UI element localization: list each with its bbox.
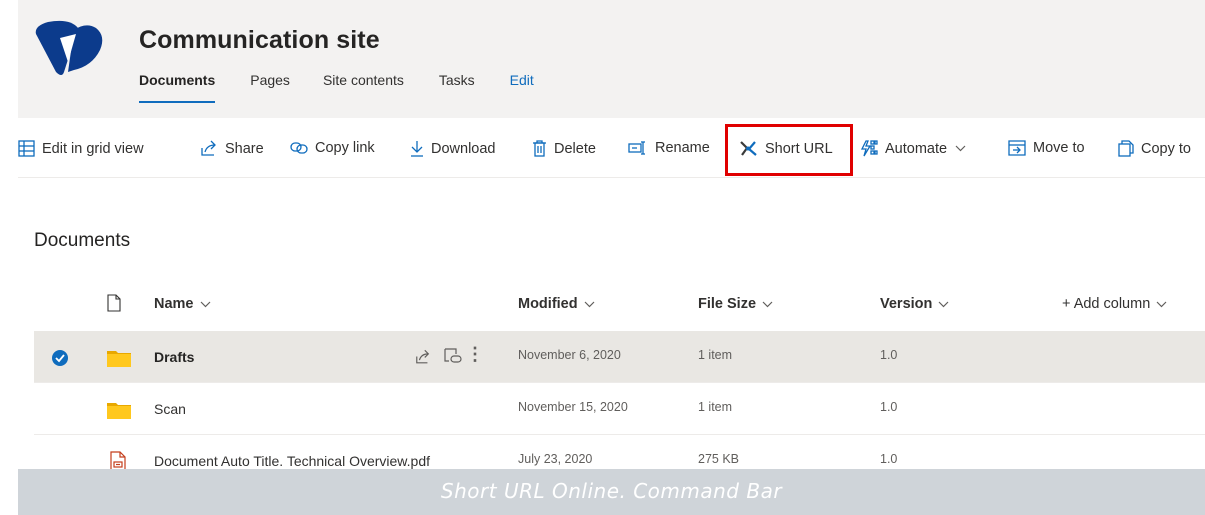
trash-icon bbox=[533, 140, 546, 157]
grid-icon bbox=[18, 140, 35, 157]
copy-to-button[interactable]: Copy to bbox=[1118, 140, 1191, 157]
row-version: 1.0 bbox=[880, 348, 898, 362]
library-title: Documents bbox=[34, 230, 131, 251]
rename-icon bbox=[628, 141, 645, 155]
download-label: Download bbox=[431, 140, 496, 157]
folder-icon bbox=[107, 351, 131, 367]
chevron-down-icon bbox=[200, 301, 210, 307]
command-bar: Edit in grid view Share Copy link Downlo… bbox=[18, 122, 1205, 178]
nav-site-contents[interactable]: Site contents bbox=[323, 72, 404, 92]
move-to-label: Move to bbox=[1033, 140, 1085, 156]
column-modified-label: Modified bbox=[518, 296, 578, 312]
chevron-down-icon bbox=[1156, 301, 1167, 307]
add-column-button[interactable]: + Add column bbox=[1062, 296, 1167, 312]
move-to-icon bbox=[1008, 140, 1026, 156]
caption-bar: Short URL Online. Command Bar bbox=[18, 469, 1205, 515]
copy-link-label: Copy link bbox=[315, 140, 375, 156]
selected-checkmark-icon[interactable] bbox=[52, 350, 68, 366]
move-to-button[interactable]: Move to bbox=[1008, 140, 1085, 156]
short-url-label: Short URL bbox=[765, 141, 833, 157]
chevron-down-icon bbox=[762, 301, 773, 307]
add-column-label: + Add column bbox=[1062, 296, 1151, 312]
row-size: 1 item bbox=[698, 348, 733, 362]
short-url-button[interactable]: Short URL bbox=[738, 140, 833, 158]
table-row[interactable]: Drafts ⋮ November 6, 2020 1 item 1.0 bbox=[34, 331, 1205, 383]
chevron-down-icon bbox=[938, 301, 949, 307]
file-type-column-icon[interactable] bbox=[107, 294, 121, 312]
chevron-down-icon bbox=[584, 301, 595, 307]
row-name[interactable]: Drafts bbox=[154, 349, 194, 365]
row-size: 275 KB bbox=[698, 452, 740, 466]
share-icon bbox=[201, 140, 216, 156]
column-name-label: Name bbox=[154, 296, 194, 312]
more-options-icon[interactable]: ⋮ bbox=[466, 344, 484, 365]
delete-button[interactable]: Delete bbox=[532, 140, 596, 157]
share-icon[interactable] bbox=[415, 349, 431, 365]
site-header: Communication site Documents Pages Site … bbox=[18, 0, 1205, 118]
column-version-label: Version bbox=[880, 296, 933, 312]
link-icon bbox=[290, 142, 308, 154]
share-label: Share bbox=[225, 140, 264, 157]
column-file-size-label: File Size bbox=[698, 296, 757, 312]
copy-to-icon bbox=[1118, 140, 1134, 157]
nav-tasks[interactable]: Tasks bbox=[439, 72, 475, 92]
site-title[interactable]: Communication site bbox=[139, 26, 380, 55]
copy-link-icon[interactable] bbox=[444, 348, 462, 366]
nav-pages[interactable]: Pages bbox=[250, 72, 290, 92]
row-version: 1.0 bbox=[880, 400, 898, 414]
automate-label: Automate bbox=[885, 140, 948, 157]
column-header-modified[interactable]: Modified bbox=[518, 296, 595, 312]
automate-icon bbox=[860, 140, 878, 157]
edit-grid-view-button[interactable]: Edit in grid view bbox=[18, 140, 144, 157]
site-logo[interactable] bbox=[34, 20, 106, 78]
download-icon bbox=[411, 141, 423, 157]
site-navigation: Documents Pages Site contents Tasks Edit bbox=[139, 72, 569, 103]
rename-label: Rename bbox=[655, 140, 710, 156]
share-button[interactable]: Share bbox=[200, 140, 264, 157]
download-button[interactable]: Download bbox=[410, 140, 496, 157]
chevron-down-icon bbox=[955, 145, 966, 152]
pdf-file-icon bbox=[110, 451, 126, 471]
nav-documents[interactable]: Documents bbox=[139, 72, 216, 103]
row-modified: November 15, 2020 bbox=[518, 400, 628, 414]
row-name[interactable]: Scan bbox=[154, 401, 186, 417]
row-modified: November 6, 2020 bbox=[518, 348, 621, 362]
copy-link-button[interactable]: Copy link bbox=[290, 140, 375, 156]
edit-grid-view-label: Edit in grid view bbox=[42, 140, 144, 157]
folder-icon bbox=[107, 403, 131, 419]
automate-menu[interactable]: Automate bbox=[860, 140, 966, 157]
column-header-name[interactable]: Name bbox=[154, 296, 211, 312]
column-header-version[interactable]: Version bbox=[880, 296, 949, 312]
row-size: 1 item bbox=[698, 400, 733, 414]
short-url-icon bbox=[740, 141, 757, 156]
caption-text: Short URL Online. Command Bar bbox=[440, 479, 783, 503]
column-header-file-size[interactable]: File Size bbox=[698, 296, 773, 312]
delete-label: Delete bbox=[554, 140, 596, 157]
row-version: 1.0 bbox=[880, 452, 898, 466]
nav-edit-link[interactable]: Edit bbox=[510, 72, 534, 92]
row-modified: July 23, 2020 bbox=[518, 452, 593, 466]
table-row[interactable]: Scan November 15, 2020 1 item 1.0 bbox=[34, 383, 1205, 435]
row-name[interactable]: Document Auto Title. Technical Overview.… bbox=[154, 453, 430, 469]
copy-to-label: Copy to bbox=[1141, 140, 1191, 157]
rename-button[interactable]: Rename bbox=[628, 140, 710, 156]
